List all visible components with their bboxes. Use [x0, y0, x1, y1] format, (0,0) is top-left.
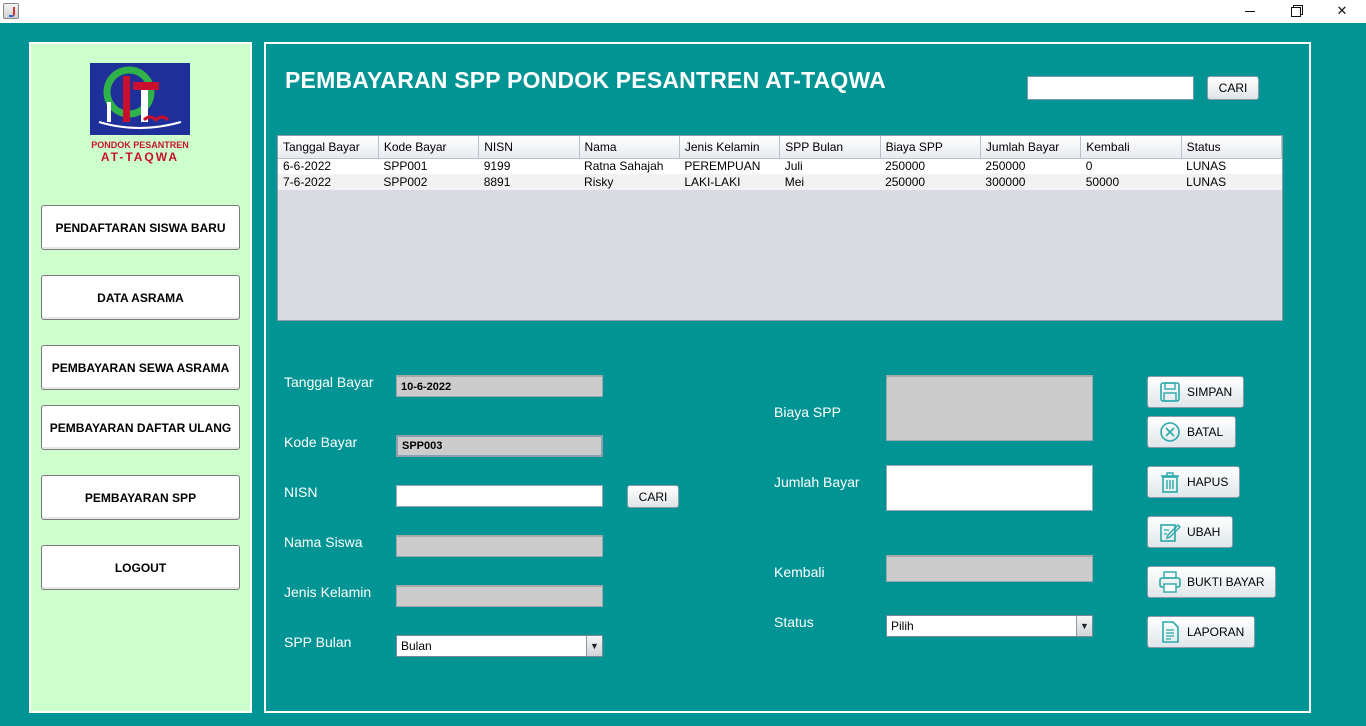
- table-cell: 9199: [478, 158, 580, 174]
- save-icon: [1160, 382, 1180, 402]
- column-header[interactable]: Jenis Kelamin: [679, 136, 781, 159]
- table-cell: PEREMPUAN: [679, 158, 780, 174]
- column-header[interactable]: Jumlah Bayar: [980, 136, 1082, 159]
- table-header-row: Tanggal Bayar Kode Bayar NISN Nama Jenis…: [278, 136, 1283, 159]
- nisn-input[interactable]: [396, 485, 603, 507]
- search-button[interactable]: CARI: [1207, 76, 1259, 100]
- nama-siswa-label: Nama Siswa: [284, 534, 363, 550]
- printer-icon: [1159, 571, 1181, 593]
- biaya-spp-field[interactable]: [886, 375, 1093, 441]
- column-header[interactable]: Tanggal Bayar: [278, 136, 379, 159]
- table-cell: 7-6-2022: [278, 174, 379, 190]
- tanggal-bayar-field[interactable]: 10-6-2022: [396, 375, 603, 397]
- table-cell: 50000: [1080, 174, 1182, 190]
- search-input[interactable]: [1027, 76, 1194, 100]
- java-app-icon: [3, 3, 19, 19]
- table-cell: Risky: [579, 174, 680, 190]
- table-cell: SPP001: [378, 158, 479, 174]
- nav-data-asrama[interactable]: DATA ASRAMA: [41, 275, 240, 320]
- column-header[interactable]: Status: [1181, 136, 1283, 159]
- jumlah-bayar-label: Jumlah Bayar: [774, 474, 860, 490]
- laporan-button[interactable]: LAPORAN: [1147, 616, 1255, 648]
- simpan-label: SIMPAN: [1187, 385, 1233, 399]
- svg-text:AT-TAQWA: AT-TAQWA: [101, 150, 179, 164]
- spp-bulan-select[interactable]: Bulan ▼: [396, 635, 603, 657]
- table-cell: 6-6-2022: [278, 158, 379, 174]
- table-cell: 8891: [478, 174, 580, 190]
- jumlah-bayar-input[interactable]: [886, 465, 1093, 511]
- nama-siswa-field[interactable]: [396, 535, 603, 557]
- trash-icon: [1161, 472, 1179, 493]
- biaya-spp-label: Biaya SPP: [774, 404, 841, 420]
- bukti-bayar-button[interactable]: BUKTI BAYAR: [1147, 566, 1276, 598]
- status-select[interactable]: Pilih ▼: [886, 615, 1093, 637]
- nav-pembayaran-sewa-asrama[interactable]: PEMBAYARAN SEWA ASRAMA: [41, 345, 240, 390]
- column-header[interactable]: NISN: [478, 136, 580, 159]
- status-value: Pilih: [891, 619, 914, 633]
- column-header[interactable]: Kode Bayar: [378, 136, 480, 159]
- table-cell: LAKI-LAKI: [679, 174, 780, 190]
- status-label: Status: [774, 614, 814, 630]
- svg-text:PONDOK PESANTREN: PONDOK PESANTREN: [91, 140, 189, 150]
- table-cell: Mei: [779, 174, 881, 190]
- nav-pendaftaran-siswa-baru[interactable]: PENDAFTARAN SISWA BARU: [41, 205, 240, 250]
- chevron-down-icon[interactable]: ▼: [1076, 616, 1092, 636]
- kode-bayar-field[interactable]: SPP003: [396, 435, 603, 457]
- tanggal-bayar-label: Tanggal Bayar: [284, 374, 374, 390]
- chevron-down-icon[interactable]: ▼: [586, 636, 602, 656]
- kembali-label: Kembali: [774, 564, 825, 580]
- table-row[interactable]: 7-6-2022 SPP002 8891 Risky LAKI-LAKI Mei…: [278, 174, 1282, 190]
- kembali-field[interactable]: [886, 555, 1093, 582]
- spp-bulan-value: Bulan: [401, 639, 432, 653]
- nav-pembayaran-daftar-ulang[interactable]: PEMBAYARAN DAFTAR ULANG: [41, 405, 240, 450]
- cancel-icon: [1160, 422, 1180, 442]
- table-cell: 250000: [980, 158, 1081, 174]
- jenis-kelamin-field[interactable]: [396, 585, 603, 607]
- table-cell: Juli: [779, 158, 881, 174]
- table-cell: 250000: [880, 158, 981, 174]
- bukti-bayar-label: BUKTI BAYAR: [1187, 575, 1265, 589]
- ubah-button[interactable]: UBAH: [1147, 516, 1233, 548]
- window-titlebar: ✕: [0, 0, 1366, 23]
- table-row[interactable]: 6-6-2022 SPP001 9199 Ratna Sahajah PEREM…: [278, 158, 1282, 174]
- column-header[interactable]: Biaya SPP: [880, 136, 981, 159]
- report-icon: [1162, 621, 1179, 643]
- page-title: PEMBAYARAN SPP PONDOK PESANTREN AT-TAQWA: [285, 67, 886, 93]
- hapus-label: HAPUS: [1187, 475, 1229, 489]
- sidebar: PONDOK PESANTREN AT-TAQWA PENDAFTARAN SI…: [29, 42, 252, 713]
- table-cell: LUNAS: [1181, 158, 1282, 174]
- column-header[interactable]: Kembali: [1080, 136, 1182, 159]
- hapus-button[interactable]: HAPUS: [1147, 466, 1240, 498]
- kode-bayar-label: Kode Bayar: [284, 434, 358, 450]
- nav-pembayaran-spp[interactable]: PEMBAYARAN SPP: [41, 475, 240, 520]
- jenis-kelamin-label: Jenis Kelamin: [284, 584, 372, 600]
- ubah-label: UBAH: [1187, 525, 1221, 539]
- nisn-search-button[interactable]: CARI: [627, 485, 679, 508]
- edit-icon: [1160, 524, 1181, 542]
- school-logo: PONDOK PESANTREN AT-TAQWA: [90, 63, 190, 164]
- laporan-label: LAPORAN: [1187, 625, 1245, 639]
- batal-button[interactable]: BATAL: [1147, 416, 1236, 448]
- simpan-button[interactable]: SIMPAN: [1147, 376, 1244, 408]
- table-cell: 250000: [880, 174, 981, 190]
- column-header[interactable]: SPP Bulan: [779, 136, 881, 159]
- payment-table: Tanggal Bayar Kode Bayar NISN Nama Jenis…: [277, 135, 1283, 321]
- minimize-button[interactable]: [1227, 0, 1273, 23]
- main-panel: PEMBAYARAN SPP PONDOK PESANTREN AT-TAQWA…: [264, 42, 1311, 713]
- table-cell: LUNAS: [1181, 174, 1282, 190]
- column-header[interactable]: Nama: [579, 136, 680, 159]
- nisn-label: NISN: [284, 484, 318, 500]
- table-cell: 0: [1080, 158, 1182, 174]
- table-cell: SPP002: [378, 174, 479, 190]
- nav-logout[interactable]: LOGOUT: [41, 545, 240, 590]
- maximize-button[interactable]: [1273, 0, 1319, 23]
- close-button[interactable]: ✕: [1319, 0, 1365, 23]
- table-cell: 300000: [980, 174, 1081, 190]
- batal-label: BATAL: [1187, 425, 1224, 439]
- spp-bulan-label: SPP Bulan: [284, 634, 352, 650]
- table-cell: Ratna Sahajah: [579, 158, 680, 174]
